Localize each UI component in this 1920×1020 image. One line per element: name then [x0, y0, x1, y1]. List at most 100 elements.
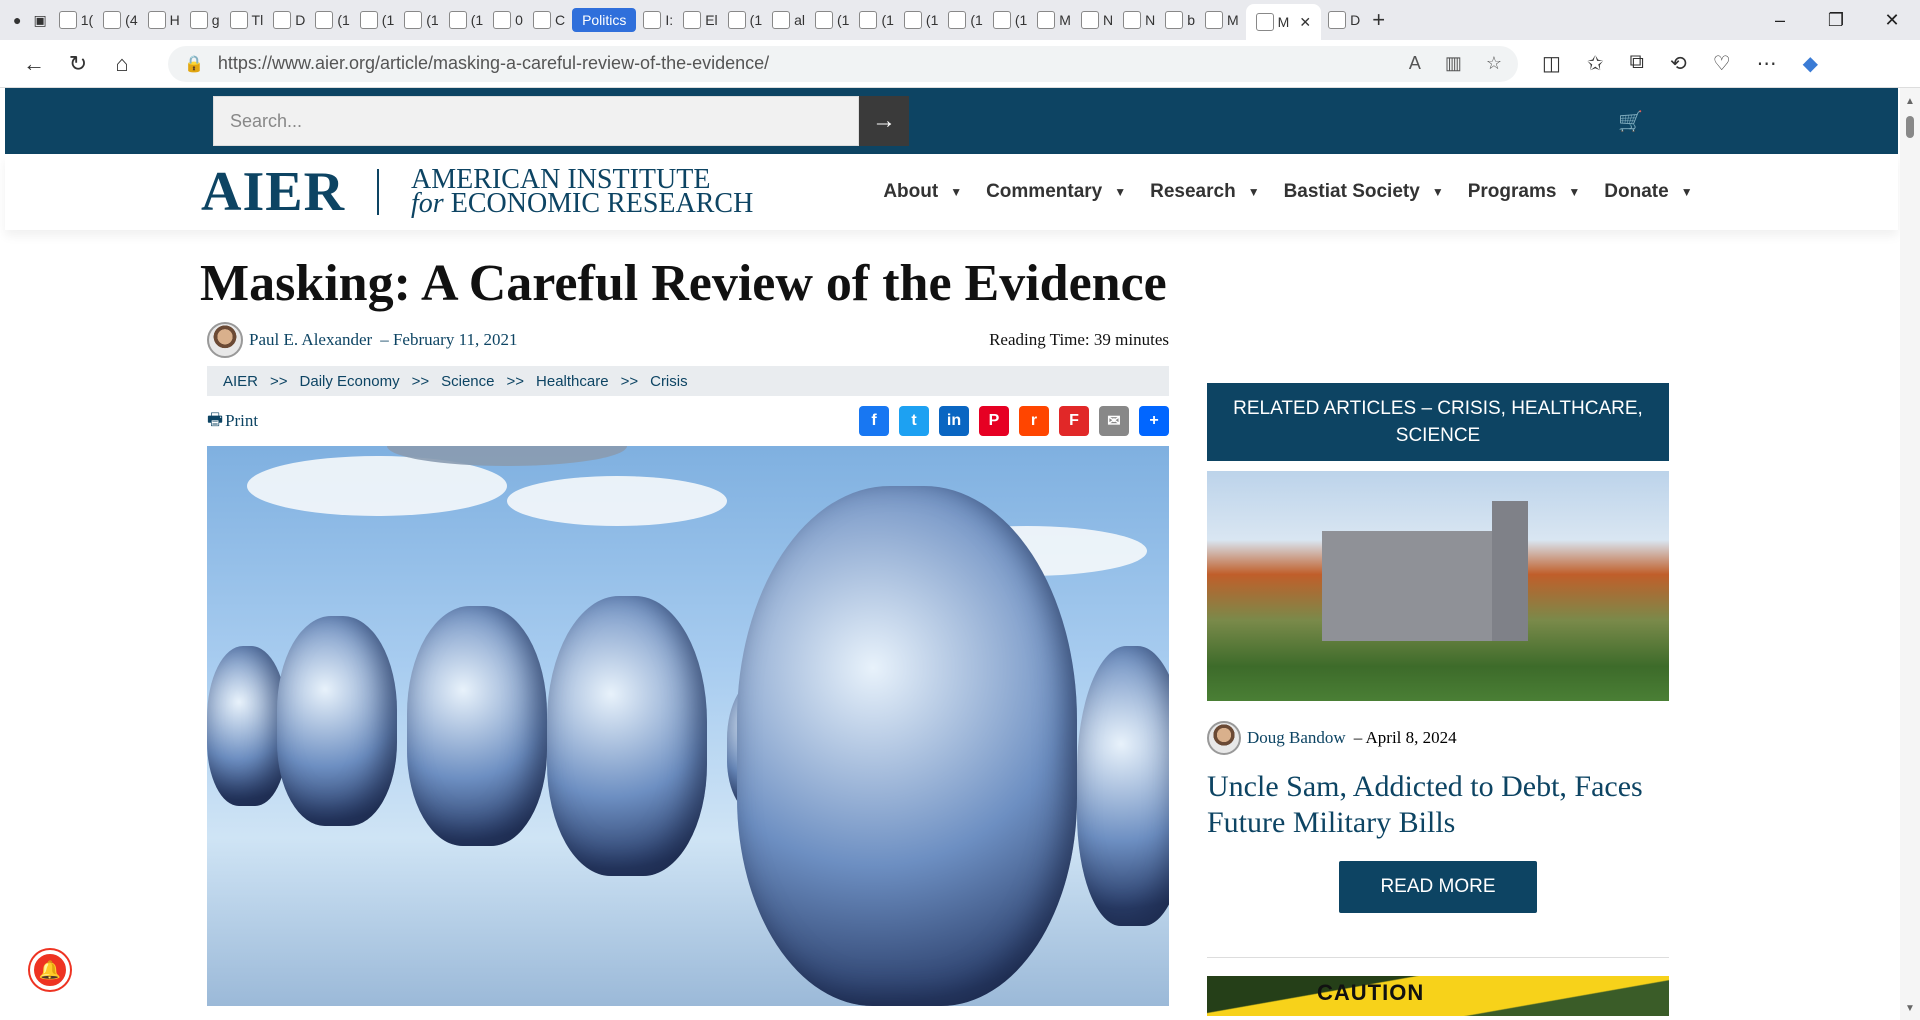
profile-icon[interactable]: ● [8, 5, 26, 35]
related-article-image[interactable] [1207, 471, 1669, 701]
search-submit-button[interactable]: → [859, 96, 909, 146]
copilot-icon[interactable]: ◆ [1803, 51, 1818, 76]
tower-shape [1492, 501, 1528, 641]
bookmark-icon [903, 11, 922, 29]
refresh-icon[interactable]: ↻ [56, 46, 100, 82]
back-icon[interactable]: ← [12, 46, 56, 82]
breadcrumb-item[interactable]: AIER [223, 373, 258, 390]
linkedin-icon[interactable]: in [939, 406, 969, 436]
tab2-6[interactable]: (1 [899, 5, 943, 35]
scroll-up-icon[interactable]: ▲ [1905, 96, 1915, 107]
more-menu-icon[interactable]: ⋯ [1757, 51, 1777, 76]
new-tab-icon[interactable]: + [1367, 5, 1390, 35]
related-author-avatar[interactable] [1207, 721, 1241, 755]
pinterest-icon[interactable]: P [979, 406, 1009, 436]
author-link[interactable]: Paul E. Alexander [249, 330, 372, 350]
restore-icon[interactable]: ❐ [1808, 0, 1864, 40]
bookmark-icon [859, 11, 878, 29]
tab-active[interactable]: M ✕ [1245, 4, 1322, 40]
doc-icon [493, 11, 512, 29]
tab-7[interactable]: (1 [355, 5, 399, 35]
email-icon[interactable]: ✉ [1099, 406, 1129, 436]
facebook-icon[interactable]: f [859, 406, 889, 436]
home-icon[interactable]: ⌂ [100, 46, 144, 82]
tab2-0[interactable]: I: [638, 5, 678, 35]
tab2-7[interactable]: (1 [943, 5, 987, 35]
collections-icon[interactable]: ⧉ [1630, 51, 1644, 76]
r-icon [1080, 11, 1099, 29]
tab-group-politics[interactable]: Politics [572, 8, 637, 32]
tab-3[interactable]: g [185, 5, 225, 35]
site-logo[interactable]: AIER AMERICAN INSTITUTE for ECONOMIC RES… [201, 160, 753, 224]
tab2-4[interactable]: (1 [810, 5, 854, 35]
url-text[interactable]: https://www.aier.org/article/masking-a-c… [218, 53, 1409, 74]
divider [1207, 957, 1669, 958]
tab2-2[interactable]: (1 [723, 5, 767, 35]
tab-4[interactable]: Tl [225, 5, 269, 35]
tab2-9[interactable]: M [1032, 5, 1076, 35]
history-icon[interactable]: ⟲ [1670, 51, 1687, 76]
reader-view-icon[interactable]: ▥ [1445, 53, 1462, 74]
tab2-3[interactable]: al [767, 5, 810, 35]
tab2-5[interactable]: (1 [854, 5, 898, 35]
minimize-icon[interactable]: – [1752, 0, 1808, 40]
tab-11[interactable]: C [528, 5, 570, 35]
tab2-13[interactable]: M [1200, 5, 1244, 35]
print-button[interactable]: 🖶 Print [207, 407, 258, 436]
related-article-title[interactable]: Uncle Sam, Addicted to Debt, Faces Futur… [1207, 769, 1669, 841]
nav-programs[interactable]: Programs ▼ [1468, 181, 1581, 203]
tab-1[interactable]: (4 [98, 5, 142, 35]
cart-icon[interactable]: 🛒 [1618, 109, 1643, 134]
reddit-icon[interactable]: r [1019, 406, 1049, 436]
tab2-11[interactable]: N [1118, 5, 1160, 35]
breadcrumb-item[interactable]: Healthcare [536, 373, 609, 390]
share-icon[interactable]: + [1139, 406, 1169, 436]
doc-icon [683, 11, 702, 29]
performance-icon[interactable]: ♡ [1713, 51, 1731, 76]
scroll-down-icon[interactable]: ▼ [1905, 1003, 1915, 1014]
close-window-icon[interactable]: ✕ [1864, 0, 1920, 40]
tab2-10[interactable]: N [1076, 5, 1118, 35]
notification-bell-icon[interactable]: 🔔 [30, 950, 70, 990]
tab-9[interactable]: (1 [444, 5, 488, 35]
tab2-1[interactable]: El [678, 5, 722, 35]
nav-bastiat-society[interactable]: Bastiat Society ▼ [1284, 181, 1444, 203]
related-article-image-2[interactable]: CAUTION [1207, 976, 1669, 1016]
scroll-thumb[interactable] [1906, 116, 1914, 138]
related-author-link[interactable]: Doug Bandow [1247, 728, 1346, 748]
nav-commentary[interactable]: Commentary ▼ [986, 181, 1126, 203]
twitter-icon[interactable]: t [899, 406, 929, 436]
tab-0[interactable]: 1( [54, 5, 98, 35]
search-input[interactable]: Search... [213, 96, 859, 146]
tab-6[interactable]: (1 [310, 5, 354, 35]
split-screen-icon[interactable]: ◫ [1542, 51, 1561, 76]
tab-8[interactable]: (1 [399, 5, 443, 35]
mask-face [547, 596, 707, 876]
nav-research[interactable]: Research ▼ [1150, 181, 1259, 203]
nav-donate[interactable]: Donate ▼ [1604, 181, 1692, 203]
tab2-8[interactable]: (1 [988, 5, 1032, 35]
doc-icon [229, 11, 248, 29]
tab-2[interactable]: H [143, 5, 185, 35]
read-aloud-icon[interactable]: A [1409, 53, 1421, 74]
read-more-button[interactable]: READ MORE [1339, 861, 1537, 913]
page-scrollbar[interactable]: ▲ ▼ [1900, 88, 1920, 1020]
tab-last[interactable]: D [1323, 5, 1365, 35]
url-bar[interactable]: 🔒 https://www.aier.org/article/masking-a… [168, 45, 1518, 82]
favorite-star-icon[interactable]: ☆ [1486, 53, 1502, 74]
printer-icon: 🖶 [207, 409, 224, 429]
author-avatar[interactable] [207, 322, 243, 358]
breadcrumb-item[interactable]: Daily Economy [300, 373, 400, 390]
tab-actions-icon[interactable]: ▣ [28, 5, 51, 35]
tab-5[interactable]: D [268, 5, 310, 35]
breadcrumb-item[interactable]: Science [441, 373, 494, 390]
window-controls: – ❐ ✕ [1752, 0, 1920, 40]
tab2-12[interactable]: b [1160, 5, 1200, 35]
nav-about[interactable]: About ▼ [883, 181, 962, 203]
close-tab-icon[interactable]: ✕ [1299, 14, 1311, 31]
flipboard-icon[interactable]: F [1059, 406, 1089, 436]
lock-icon[interactable]: 🔒 [184, 54, 204, 74]
tab-10[interactable]: 0 [488, 5, 528, 35]
favorites-icon[interactable]: ✩ [1587, 51, 1604, 76]
breadcrumb-item[interactable]: Crisis [650, 373, 688, 390]
